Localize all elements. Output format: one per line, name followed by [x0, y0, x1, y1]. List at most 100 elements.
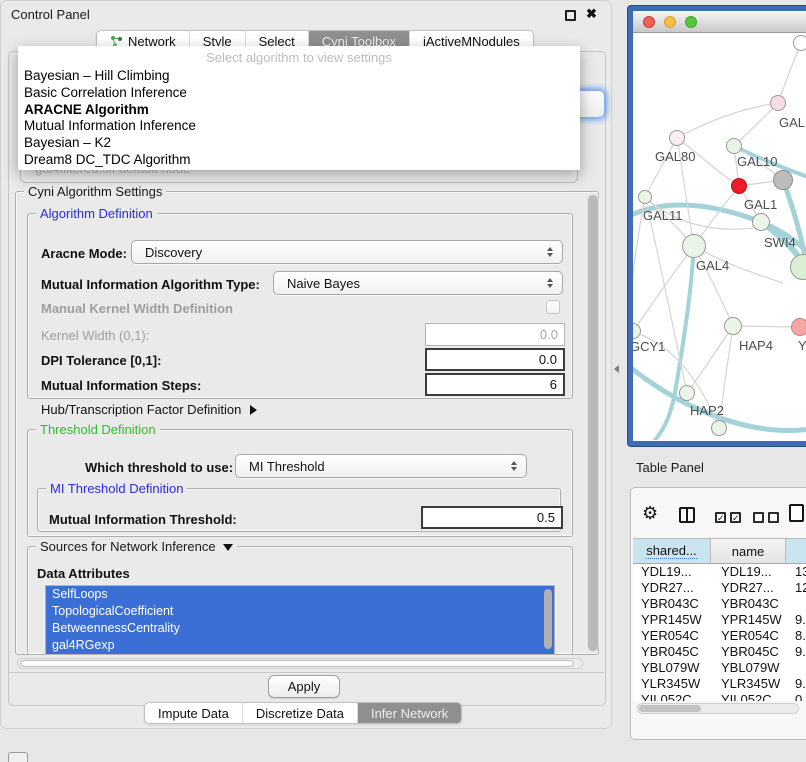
cell-name: YDL19...: [721, 564, 772, 580]
settings-horizontal-scrollbar[interactable]: [17, 658, 583, 669]
node-swi4[interactable]: [752, 213, 770, 231]
mi-algorithm-type-select[interactable]: Naive Bayes: [273, 271, 563, 295]
mi-threshold-input[interactable]: 0.5: [421, 506, 563, 529]
sources-toggle[interactable]: Sources for Network Inference: [36, 539, 237, 554]
table-row[interactable]: YIL052CYIL052C0.: [633, 692, 806, 701]
apply-button[interactable]: Apply: [268, 675, 340, 698]
stepper-arrows-icon: [511, 461, 517, 471]
node-table[interactable]: YDL19...YDL19...13 YDR27...YDR27...12 YB…: [633, 564, 806, 701]
which-threshold-select[interactable]: MI Threshold: [235, 454, 527, 478]
node-label: Y: [798, 338, 806, 353]
dpi-tolerance-label: DPI Tolerance [0,1]:: [41, 353, 161, 368]
table-panel-title: Table Panel: [636, 460, 704, 475]
data-attributes-list[interactable]: SelfLoops TopologicalCoefficient Between…: [45, 585, 555, 655]
application-workspace: Control Panel ✖ Network Style Select Cyn…: [0, 0, 806, 762]
table-horizontal-scrollbar[interactable]: [637, 703, 799, 714]
float-window-icon[interactable]: [565, 10, 576, 21]
cell-name: YER054C: [721, 628, 779, 644]
table-row[interactable]: YBR045CYBR045C9.: [633, 644, 806, 660]
aracne-mode-select[interactable]: Discovery: [131, 240, 563, 264]
table-row[interactable]: YBL079WYBL079W: [633, 660, 806, 676]
mi-steps-input[interactable]: 6: [425, 373, 565, 396]
page-icon[interactable]: [789, 504, 804, 522]
cell-value: 9.: [795, 644, 806, 660]
settings-vertical-scrollbar[interactable]: [587, 194, 599, 652]
mi-algorithm-type-value: Naive Bayes: [287, 276, 360, 291]
cell-shared-name: YBL079W: [641, 660, 700, 676]
tab-impute-data[interactable]: Impute Data: [145, 703, 242, 723]
cell-name: YDR27...: [721, 580, 774, 596]
close-traffic-light[interactable]: [643, 16, 655, 28]
columns-icon[interactable]: [679, 507, 695, 523]
tab-infer-network[interactable]: Infer Network: [357, 703, 461, 723]
algorithm-option[interactable]: Bayesian – K2: [18, 135, 580, 152]
gear-icon[interactable]: ⚙: [642, 504, 658, 522]
algorithm-dropdown-placeholder: Select algorithm to view settings: [18, 46, 580, 68]
manual-kernel-width-checkbox[interactable]: [546, 300, 560, 314]
attribute-item-selected[interactable]: TopologicalCoefficient: [46, 603, 554, 620]
node-gal11[interactable]: [638, 190, 652, 204]
table-row[interactable]: YLR345WYLR345W9.: [633, 676, 806, 692]
hub-definition-label: Hub/Transcription Factor Definition: [41, 402, 241, 417]
scrollbar-thumb[interactable]: [639, 705, 701, 712]
tab-discretize-data[interactable]: Discretize Data: [242, 703, 357, 723]
manual-kernel-width-label: Manual Kernel Width Definition: [41, 301, 233, 316]
attribute-item-selected[interactable]: SelfLoops: [46, 586, 554, 603]
node-hap2[interactable]: [679, 385, 695, 401]
node-unnamed[interactable]: [793, 35, 806, 51]
attribute-item-selected[interactable]: gal4RGexp: [46, 637, 554, 654]
network-window-titlebar[interactable]: [633, 11, 806, 33]
algorithm-option[interactable]: Mutual Information Inference: [18, 118, 580, 135]
cell-name: YLR345W: [721, 676, 780, 692]
checked-checkbox-icon[interactable]: ✓: [730, 512, 741, 523]
close-panel-icon[interactable]: ✖: [586, 6, 597, 22]
scrollbar-thumb[interactable]: [20, 660, 574, 667]
node-gal-pink[interactable]: [770, 95, 786, 111]
network-canvas[interactable]: GAL GAL80 GAL10 GAL1 GAL11 SWI4 GAL4 GCY…: [633, 33, 806, 440]
aracne-mode-label: Aracne Mode:: [41, 246, 127, 261]
algorithm-option[interactable]: Bayesian – Hill Climbing: [18, 68, 580, 85]
list-scrollbar-thumb[interactable]: [544, 589, 552, 649]
group-title: MI Threshold Definition: [46, 481, 187, 496]
cyni-bottom-tabbar: Impute Data Discretize Data Infer Networ…: [144, 702, 462, 724]
unchecked-checkbox-icon[interactable]: [768, 512, 779, 523]
checked-checkbox-icon[interactable]: ✓: [715, 512, 726, 523]
algorithm-option[interactable]: Basic Correlation Inference: [18, 85, 580, 102]
node-gal1-red[interactable]: [731, 178, 747, 194]
table-row[interactable]: YDL19...YDL19...13: [633, 564, 806, 580]
node-gray[interactable]: [773, 170, 793, 190]
stepper-arrows-icon: [547, 247, 553, 257]
dpi-tolerance-input[interactable]: 0.0: [425, 348, 565, 371]
minimize-traffic-light[interactable]: [664, 16, 676, 28]
node-hap4[interactable]: [724, 317, 742, 335]
column-header-shared-name[interactable]: shared...: [633, 538, 711, 564]
panel-sash-handle[interactable]: [614, 365, 619, 373]
algorithm-option-selected[interactable]: ARACNE Algorithm: [18, 102, 580, 119]
table-row[interactable]: YPR145WYPR145W9.: [633, 612, 806, 628]
node-gal4[interactable]: [682, 234, 706, 258]
node-salmon[interactable]: [791, 318, 806, 336]
network-view-window: GAL GAL80 GAL10 GAL1 GAL11 SWI4 GAL4 GCY…: [628, 6, 806, 446]
table-row[interactable]: YBR043CYBR043C: [633, 596, 806, 612]
cell-value: 0.: [795, 692, 806, 701]
table-row[interactable]: YDR27...YDR27...12: [633, 580, 806, 596]
collapsed-panel-button[interactable]: [8, 752, 28, 762]
node-gal80[interactable]: [669, 130, 685, 146]
node-gal10[interactable]: [726, 138, 742, 154]
cell-shared-name: YER054C: [641, 628, 699, 644]
hub-definition-toggle[interactable]: Hub/Transcription Factor Definition: [41, 402, 257, 417]
attribute-item-selected[interactable]: BetweennessCentrality: [46, 620, 554, 637]
tab-label: Discretize Data: [256, 703, 344, 724]
zoom-traffic-light[interactable]: [685, 16, 697, 28]
column-header-name[interactable]: name: [711, 538, 786, 564]
column-header-extra[interactable]: [786, 538, 806, 564]
cell-value: 9.: [795, 612, 806, 628]
node-bottom-green[interactable]: [711, 420, 727, 436]
scrollbar-thumb[interactable]: [588, 195, 598, 651]
algorithm-option[interactable]: Dream8 DC_TDC Algorithm: [18, 152, 580, 169]
mi-threshold-label: Mutual Information Threshold:: [49, 512, 237, 527]
kernel-width-input[interactable]: 0.0: [425, 323, 565, 346]
table-row[interactable]: YER054CYER054C8.: [633, 628, 806, 644]
chevron-down-icon: [223, 544, 233, 551]
unchecked-checkbox-icon[interactable]: [753, 512, 764, 523]
